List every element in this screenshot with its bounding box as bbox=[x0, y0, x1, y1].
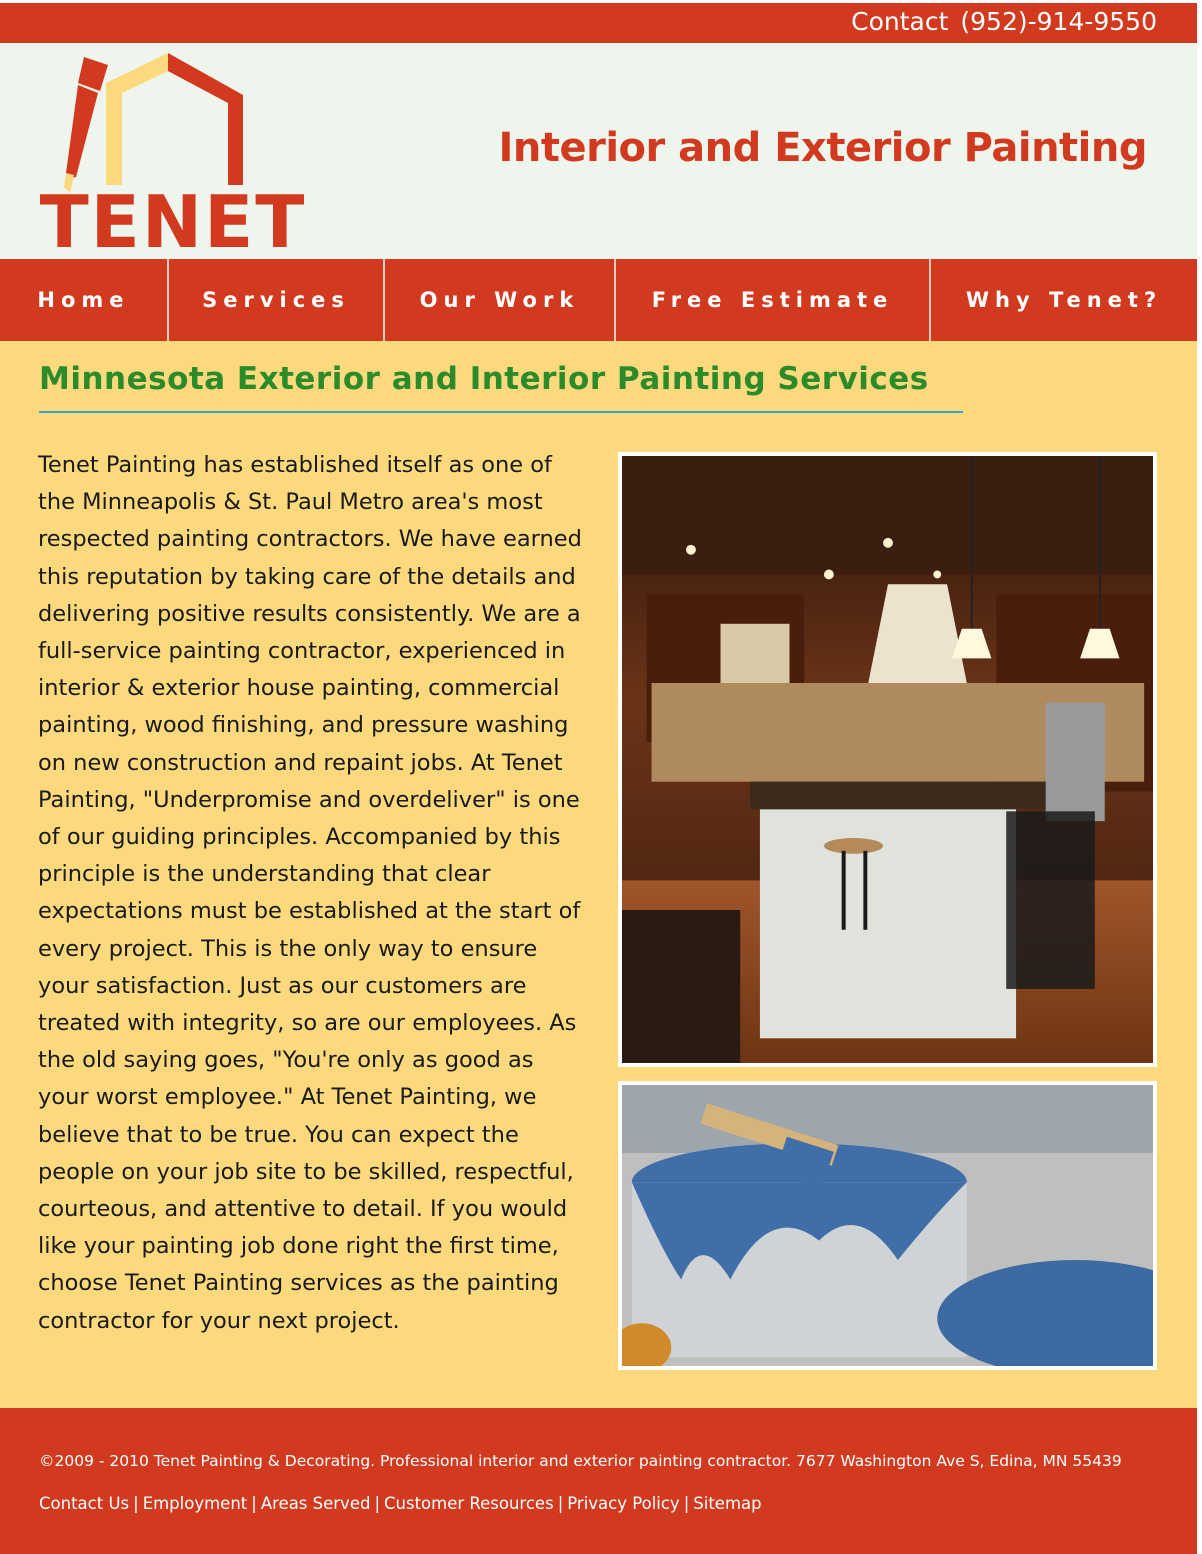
contact-phone[interactable]: (952)-914-9550 bbox=[960, 7, 1157, 36]
heading-divider bbox=[39, 411, 963, 413]
footer-separator: | bbox=[133, 1494, 139, 1513]
intro-paragraph: Tenet Painting has established itself as… bbox=[38, 452, 582, 1334]
footer-separator: | bbox=[251, 1494, 257, 1513]
page: Contact (952)-914-9550 TENET Interior and… bbox=[0, 0, 1197, 1554]
footer-link-employment[interactable]: Employment bbox=[143, 1494, 248, 1513]
footer: ©2009 - 2010 Tenet Painting & Decorating… bbox=[0, 1408, 1197, 1554]
main-nav: Home Services Our Work Free Estimate Why… bbox=[0, 259, 1197, 341]
page-heading: Minnesota Exterior and Interior Painting… bbox=[39, 361, 929, 397]
top-bar: Contact (952)-914-9550 bbox=[0, 3, 1197, 43]
footer-links: Contact Us | Employment | Areas Served |… bbox=[39, 1494, 762, 1513]
main-content: Minnesota Exterior and Interior Painting… bbox=[0, 341, 1197, 1408]
header: TENET Interior and Exterior Painting bbox=[0, 43, 1197, 264]
tenet-logo[interactable]: TENET bbox=[38, 51, 308, 264]
kitchen-photo bbox=[618, 452, 1157, 1067]
contact-info[interactable]: Contact (952)-914-9550 bbox=[851, 7, 1157, 36]
tagline: Interior and Exterior Painting bbox=[498, 125, 1147, 171]
nav-services[interactable]: Services bbox=[169, 259, 385, 341]
footer-link-sitemap[interactable]: Sitemap bbox=[693, 1494, 761, 1513]
paint-can-photo bbox=[618, 1081, 1157, 1370]
copyright-text: ©2009 - 2010 Tenet Painting & Decorating… bbox=[39, 1452, 1122, 1470]
contact-label: Contact bbox=[851, 7, 949, 36]
footer-separator: | bbox=[557, 1494, 564, 1513]
nav-home[interactable]: Home bbox=[0, 259, 169, 341]
footer-link-privacy-policy[interactable]: Privacy Policy bbox=[567, 1494, 679, 1513]
svg-text:TENET: TENET bbox=[40, 180, 307, 251]
footer-separator: | bbox=[374, 1494, 381, 1513]
nav-why-tenet[interactable]: Why Tenet? bbox=[931, 259, 1197, 341]
footer-link-areas-served[interactable]: Areas Served bbox=[261, 1494, 371, 1513]
nav-our-work[interactable]: Our Work bbox=[385, 259, 616, 341]
nav-free-estimate[interactable]: Free Estimate bbox=[616, 259, 931, 341]
footer-separator: | bbox=[683, 1494, 690, 1513]
footer-link-contact-us[interactable]: Contact Us bbox=[39, 1494, 129, 1513]
house-brush-logo-icon: TENET bbox=[40, 53, 307, 264]
footer-link-customer-resources[interactable]: Customer Resources bbox=[384, 1494, 554, 1513]
